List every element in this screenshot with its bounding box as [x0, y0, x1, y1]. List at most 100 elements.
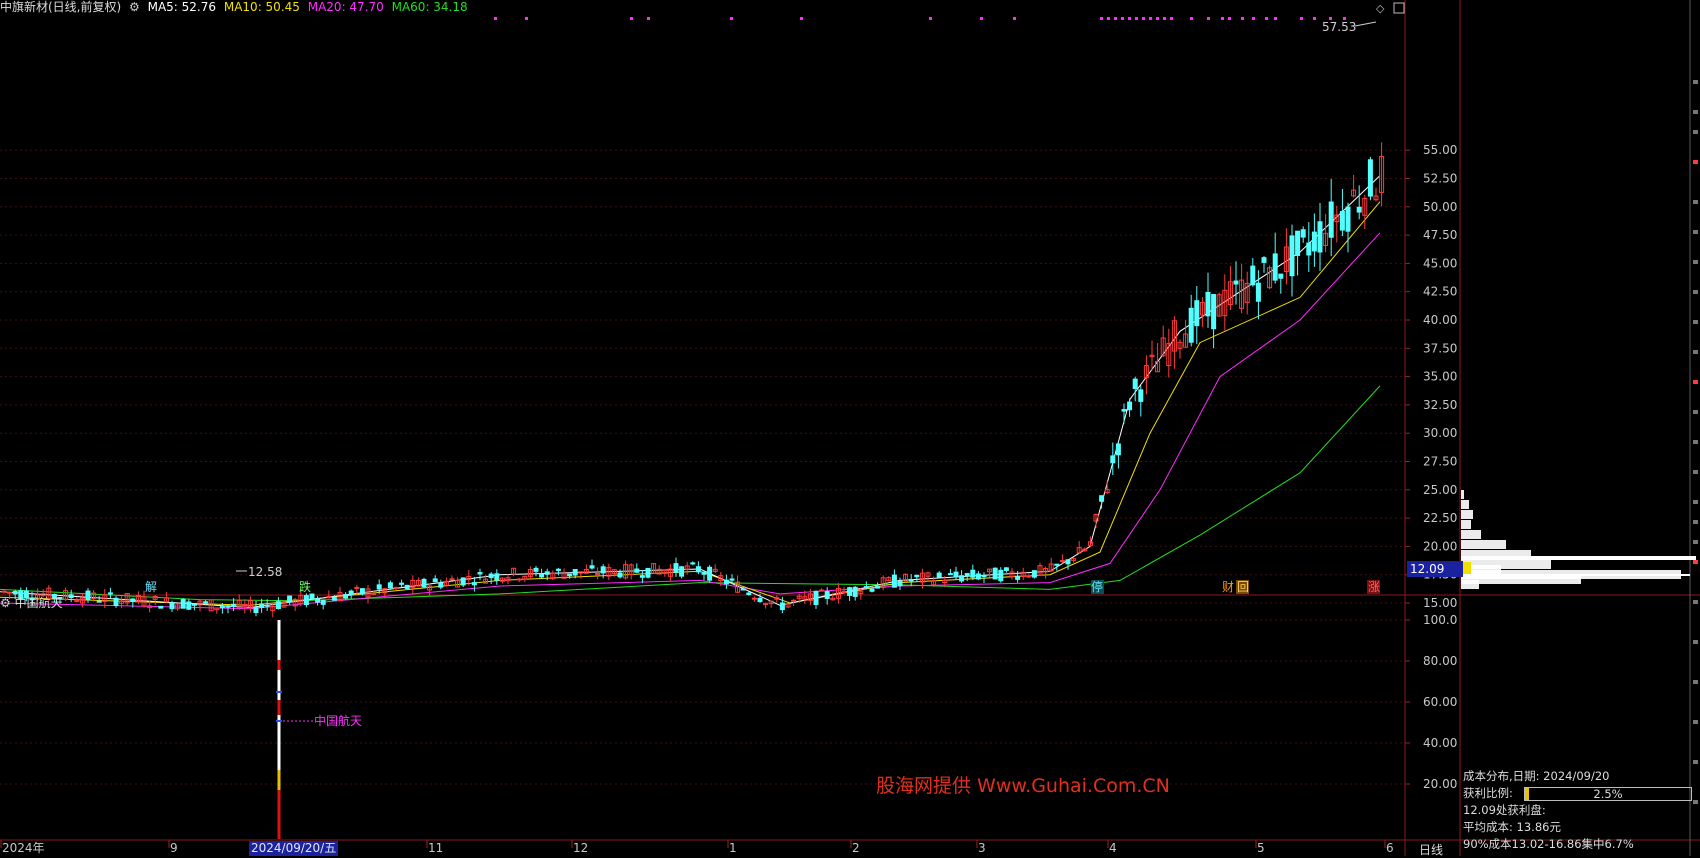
price-grid [0, 149, 1405, 785]
sub-panel-axis: 100.0 80.00 60.00 40.00 20.00 [1405, 613, 1457, 791]
settings-icon[interactable]: ⚙ [129, 0, 140, 14]
candle-body [779, 602, 785, 611]
candle-body [438, 582, 444, 588]
sub-panel-header: ⚙ 中国航天 [0, 596, 63, 611]
candle-body [1205, 291, 1211, 317]
cost-concentration: 90%成本13.02-16.86集中6.7% [1463, 837, 1634, 851]
stock-title[interactable]: 中旗新材(日线,前复权) [0, 0, 121, 14]
candle-body [645, 567, 651, 578]
chip-bar [1461, 540, 1506, 549]
candle-body [908, 579, 914, 582]
candle-body [399, 582, 405, 585]
candle-body [1054, 563, 1060, 566]
candle-body [1255, 282, 1261, 302]
signal-dot [630, 17, 633, 20]
event-marker-cai[interactable]: 财 [1222, 580, 1234, 594]
time-tick-label: 4 [1109, 841, 1117, 855]
price-tick-label: 37.50 [1423, 341, 1457, 355]
candle-body [275, 601, 281, 609]
candle-body [1, 590, 7, 593]
candle-body [113, 597, 119, 606]
time-tick-label: 6 [1386, 841, 1394, 855]
candle-body [863, 586, 869, 589]
candle-body [85, 590, 91, 601]
candle-body [1289, 235, 1295, 277]
candle-body [1031, 570, 1037, 578]
event-marker-zhang[interactable]: 涨 [1368, 579, 1380, 594]
signal-dot [1013, 17, 1016, 20]
candle-body [1059, 560, 1065, 563]
candle-body [841, 590, 847, 593]
edge-mark [1693, 640, 1698, 644]
candle-body [1110, 455, 1116, 464]
event-marker-die[interactable]: 跌 [299, 579, 311, 594]
price-tick-label: 22.50 [1423, 511, 1457, 525]
period-label[interactable]: 日线 [1419, 841, 1443, 858]
signal-dot [1300, 17, 1303, 20]
candle-body [376, 584, 382, 590]
edge-mark [1693, 80, 1698, 84]
candle-body [309, 593, 315, 599]
candle-body [1211, 294, 1217, 330]
candle-body [1250, 265, 1256, 286]
right-edge-markers [1693, 80, 1698, 804]
signal-dot [1135, 17, 1138, 20]
candle-body [1065, 559, 1071, 565]
sub-tick-label: 40.00 [1423, 736, 1457, 750]
edge-mark [1693, 410, 1698, 414]
candle-body [432, 578, 438, 583]
window-toggle-icon[interactable] [1393, 2, 1405, 14]
candle-body [953, 571, 959, 578]
candle-body [348, 590, 354, 595]
sub-tick-label: 60.00 [1423, 695, 1457, 709]
edge-mark [1693, 380, 1698, 384]
sub-indicator-bar [276, 620, 315, 839]
high-label: 57.53 [1322, 20, 1356, 34]
signal-dot [494, 17, 497, 20]
signal-dot [1128, 17, 1131, 20]
candle-body [169, 602, 175, 610]
signal-dot [1149, 17, 1152, 20]
event-marker-ting[interactable]: 停 [1091, 579, 1103, 594]
price-tick-label: 25.00 [1423, 483, 1457, 497]
candle-body [695, 566, 701, 573]
candle-body [1233, 280, 1239, 285]
selected-date-badge: 2024/09/20/五 [249, 841, 339, 856]
candle-body [847, 587, 853, 596]
event-marker-jie[interactable]: 解 [145, 580, 157, 594]
candle-body [897, 580, 903, 587]
signal-dot [1228, 17, 1231, 20]
signal-dot [525, 17, 528, 20]
price-cursor-label: 12.09 [1407, 561, 1463, 577]
candle-body [203, 601, 209, 604]
candle-body [359, 588, 365, 595]
candle-body [567, 573, 573, 577]
candle-body [740, 588, 746, 591]
profit-ratio-value: 2.5% [1593, 787, 1623, 801]
chip-bar [1461, 556, 1696, 560]
edge-mark [1693, 230, 1698, 234]
event-marker-hui[interactable]: 回 [1237, 580, 1249, 594]
candle-body [617, 572, 623, 578]
chip-bar [1461, 580, 1479, 589]
price-tick-label: 50.00 [1423, 200, 1457, 214]
moving-average-lines [0, 175, 1381, 610]
time-tick-label: 5 [1257, 841, 1265, 855]
candle-body [852, 586, 858, 597]
chip-bar [1461, 500, 1469, 509]
price-axis: 55.00 52.50 50.00 47.50 45.00 42.50 40.00 37.50… [1405, 143, 1457, 610]
signal-dot [730, 17, 733, 20]
sub-panel-title[interactable]: 中国航天 [15, 596, 63, 610]
candle-body [813, 590, 819, 606]
chart-header: 中旗新材(日线,前复权) ⚙ MA5: 52.76 MA10: 50.45 MA… [0, 0, 472, 15]
sub-settings-icon[interactable]: ⚙ [0, 596, 11, 610]
profit-at-price: 12.09处获利盘: [1463, 803, 1546, 817]
candle-body [1194, 300, 1200, 327]
price-tick-label: 15.00 [1423, 596, 1457, 610]
price-tick-label: 52.50 [1423, 172, 1457, 186]
candle-body [1367, 159, 1373, 197]
candle-body [1345, 206, 1351, 232]
signal-dot [1221, 17, 1224, 20]
diamond-icon[interactable]: ◇ [1376, 2, 1385, 15]
candle-body [970, 569, 976, 578]
